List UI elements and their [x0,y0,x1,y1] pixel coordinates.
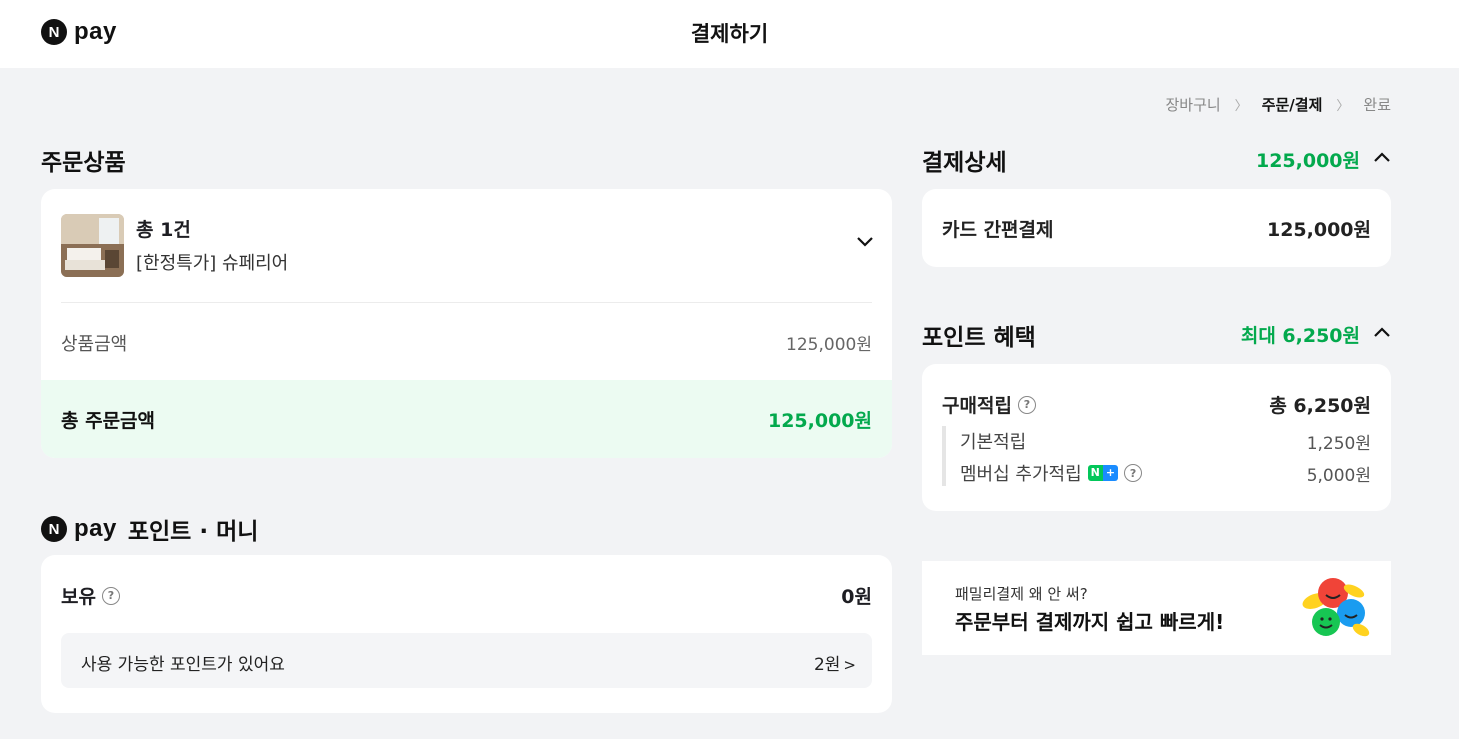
help-icon[interactable]: ? [1017,395,1036,414]
basic-reward-value: 1,250원 [1306,434,1371,454]
hold-label: 보유 [61,586,96,608]
chevron-down-icon[interactable] [856,235,874,249]
help-icon[interactable]: ? [1124,464,1143,482]
naver-plus-badge: N + [1087,465,1119,481]
available-points-button[interactable]: 사용 가능한 포인트가 있어요 2원 > [61,633,872,688]
payment-method-card: 카드 간편결제 125,000원 [922,189,1391,267]
page-title: 결제하기 [690,22,769,46]
product-thumbnail [61,214,124,277]
order-total-label: 총 주문금액 [61,410,156,432]
order-section-title: 주문상품 [41,150,126,176]
chevron-right-icon: > [843,656,856,674]
npay-logo-icon: N [41,516,67,542]
points-card: 보유 ? 0원 사용 가능한 포인트가 있어요 2원 > [41,555,892,713]
payment-detail-total: 125,000원 [1255,150,1360,172]
family-pay-banner[interactable]: 패밀리결제 왜 안 써? 주문부터 결제까지 쉽고 빠르게! [922,561,1391,655]
badge-plus: + [1102,465,1119,481]
order-total-value: 125,000원 [767,410,872,432]
npay-points-title: N pay 포인트 · 머니 [41,512,258,546]
sub-item-bar [942,426,946,486]
payment-method-value: 125,000원 [1266,219,1371,241]
membership-reward-value: 5,000원 [1306,466,1371,486]
badge-n: N [1087,465,1103,481]
banner-headline: 주문부터 결제까지 쉽고 빠르게! [955,610,1225,634]
purchase-reward-label: 구매적립 [942,395,1012,417]
chevron-up-icon[interactable] [1373,326,1391,338]
order-count: 총 1건 [136,219,191,241]
npay-logo-text: pay [74,515,117,542]
membership-reward-label: 멤버십 추가적립 [960,464,1082,485]
chevron-up-icon[interactable] [1373,151,1391,163]
breadcrumb-complete: 완료 [1363,96,1391,114]
membership-reward-row: 멤버십 추가적립 N + ? [960,460,1143,486]
chevron-right-icon: 〉 [1336,99,1350,114]
available-points-value-row: 2원 > [814,650,856,675]
order-total-row: 총 주문금액 125,000원 [41,380,892,458]
help-icon[interactable]: ? [101,586,120,605]
basic-reward-label: 기본적립 [960,432,1027,453]
product-price-value: 125,000원 [786,335,872,355]
purchase-reward-value: 총 6,250원 [1269,395,1371,417]
chevron-right-icon: 〉 [1234,99,1248,114]
payment-detail-title: 결제상세 [922,150,1007,176]
payment-method-label: 카드 간편결제 [942,219,1054,241]
breadcrumb-order: 주문/결제 [1261,96,1323,114]
benefit-max-value: 최대 6,250원 [1240,325,1360,347]
top-bar: N pay 결제하기 [0,0,1459,68]
banner-subtitle: 패밀리결제 왜 안 써? [955,585,1088,603]
product-price-label: 상품금액 [61,334,128,355]
order-card: 총 1건 [한정특가] 슈페리어 상품금액 125,000원 총 주문금액 12… [41,189,892,458]
breadcrumb-cart: 장바구니 [1165,96,1221,114]
divider [61,302,872,303]
hold-label-row: 보유 ? [61,582,120,609]
hold-value: 0원 [841,586,872,608]
benefit-card: 구매적립 ? 총 6,250원 기본적립 1,250원 멤버십 추가적립 N + … [922,364,1391,511]
points-section-title: 포인트 · 머니 [127,519,259,545]
available-points-value: 2원 [813,655,841,675]
benefit-title: 포인트 혜택 [922,325,1036,351]
breadcrumb: 장바구니 〉 주문/결제 〉 완료 [1165,94,1391,115]
purchase-reward-row: 구매적립 ? [942,391,1036,418]
product-name: [한정특가] 슈페리어 [136,253,289,274]
available-points-text: 사용 가능한 포인트가 있어요 [81,655,285,675]
smiley-characters-icon [1302,578,1370,637]
